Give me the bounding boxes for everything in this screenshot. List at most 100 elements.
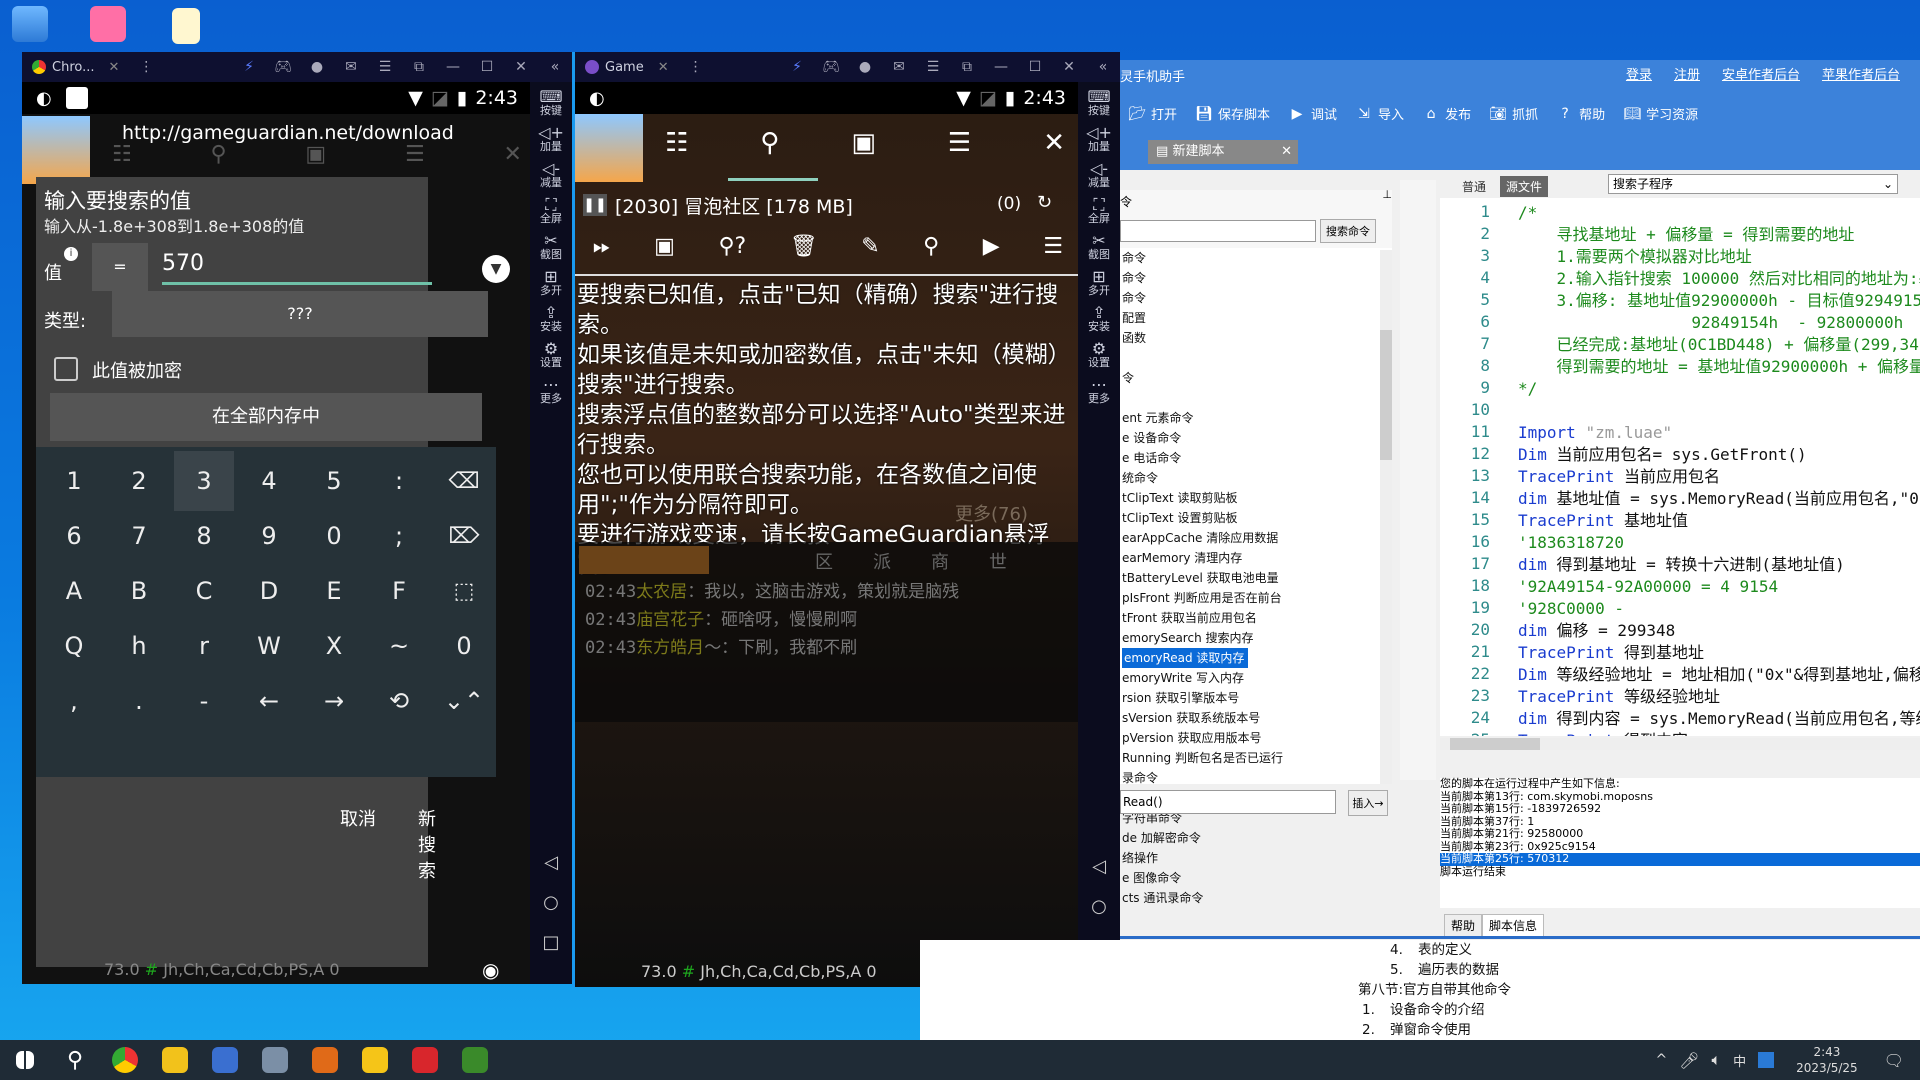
restore-icon[interactable]: ⧉	[956, 59, 978, 75]
pause-button[interactable]: ❚❚	[583, 194, 607, 216]
command-item[interactable]: tClipText 设置剪贴板	[1120, 508, 1392, 528]
command-item[interactable]: de 加解密命令	[1120, 828, 1392, 848]
info-icon[interactable]: i	[64, 247, 78, 261]
open-button[interactable]: 📂︎ 打开	[1128, 104, 1177, 124]
output-line[interactable]: 当前脚本第15行: -1839726592	[1440, 802, 1920, 816]
desktop-icon-this-pc[interactable]	[12, 6, 48, 42]
value-input[interactable]: 570	[162, 251, 432, 285]
command-item[interactable]: e 设备命令	[1120, 428, 1392, 448]
header-link[interactable]: 登录	[1626, 64, 1652, 83]
taskbar-search[interactable]: ⚲	[50, 1040, 100, 1080]
tab-game[interactable]: Game ✕	[575, 52, 679, 82]
gamepad-icon[interactable]: 🎮︎	[820, 59, 842, 75]
key-2[interactable]: 2	[109, 451, 169, 511]
search-icon[interactable]: ⚲	[760, 128, 779, 158]
mail-icon[interactable]: ✉	[340, 59, 362, 75]
back-button[interactable]: ◁	[530, 852, 572, 873]
debug-button[interactable]: ▶ 调试	[1288, 104, 1337, 124]
microphone-icon[interactable]: 🎤︎	[1679, 1051, 1699, 1070]
clock[interactable]: 2:43 2023/5/25	[1796, 1044, 1858, 1076]
sidebar-item-0[interactable]: ⌨ 按键	[1078, 89, 1120, 118]
doc-tab[interactable]: ▤ 新建脚本 ✕	[1148, 140, 1298, 164]
taskbar-remote-desktop[interactable]	[200, 1040, 250, 1080]
key-9[interactable]: 9	[239, 506, 299, 566]
header-link[interactable]: 安卓作者后台	[1722, 64, 1800, 83]
command-item[interactable]: e 电话命令	[1120, 448, 1392, 468]
close-icon[interactable]: ✕	[1043, 128, 1065, 158]
save-icon[interactable]: ▣	[851, 128, 876, 158]
key-X[interactable]: X	[304, 616, 364, 676]
delete-icon[interactable]: 🗑︎	[790, 234, 818, 259]
key-7[interactable]: 7	[109, 506, 169, 566]
collapse-icon[interactable]: ⌄⌃	[434, 671, 494, 731]
key-.[interactable]: .	[109, 671, 169, 731]
close-tab-icon[interactable]: ✕	[109, 60, 120, 75]
key-~[interactable]: ~	[369, 616, 429, 676]
key-A[interactable]: A	[44, 561, 104, 621]
cmd-scrollbar[interactable]	[1380, 250, 1392, 784]
command-item[interactable]: 函数	[1120, 328, 1392, 348]
sidebar-item-1[interactable]: ◁+ 加量	[1078, 125, 1120, 154]
sidebar-item-8[interactable]: ⋯ 更多	[530, 377, 572, 406]
chat-tab-active[interactable]	[579, 546, 709, 574]
notification-center-icon[interactable]: 🗨︎	[1884, 1051, 1904, 1070]
menu-icon[interactable]: ☰	[1043, 234, 1063, 259]
sidebar-item-7[interactable]: ⚙ 设置	[1078, 341, 1120, 370]
key-W[interactable]: W	[239, 616, 299, 676]
command-item[interactable]: earMemory 清理内存	[1120, 548, 1392, 568]
sidebar-item-5[interactable]: ⊞ 多开	[530, 269, 572, 298]
key-E[interactable]: E	[304, 561, 364, 621]
sidebar-item-2[interactable]: ◁- 减量	[1078, 161, 1120, 190]
fuzzy-search-icon[interactable]: ⚲?	[718, 234, 746, 259]
taskbar-wps[interactable]	[400, 1040, 450, 1080]
process-label[interactable]: [2030] 冒泡社区 [178 MB]	[615, 192, 853, 219]
tab-chrome[interactable]: Chro... ✕	[22, 52, 129, 82]
sidebar-item-1[interactable]: ◁+ 加量	[530, 125, 572, 154]
key-Q[interactable]: Q	[44, 616, 104, 676]
sidebar-item-6[interactable]: ⇪ 安装	[530, 305, 572, 334]
avatar-icon[interactable]: ●	[854, 59, 876, 75]
key-:[interactable]: :	[369, 451, 429, 511]
taskbar-start[interactable]	[0, 1040, 50, 1080]
command-item[interactable]: 命令	[1120, 268, 1392, 288]
learn-button[interactable]: 📖︎ 学习资源	[1623, 104, 1698, 124]
sidebar-item-0[interactable]: ⌨ 按键	[530, 89, 572, 118]
key-F[interactable]: F	[369, 561, 429, 621]
tray-expand-icon[interactable]: ^	[1655, 1052, 1667, 1068]
key-8[interactable]: 8	[174, 506, 234, 566]
type-select[interactable]: ???	[112, 291, 488, 337]
command-item[interactable]: 令	[1120, 368, 1392, 388]
header-link[interactable]: 苹果作者后台	[1822, 64, 1900, 83]
command-item[interactable]: 录命令	[1120, 768, 1392, 788]
new-search-button[interactable]: 新搜索	[418, 805, 436, 883]
output-line[interactable]: 当前脚本第25行: 570312	[1440, 852, 1920, 866]
command-item[interactable]: tClipText 读取剪贴板	[1120, 488, 1392, 508]
key-B[interactable]: B	[109, 561, 169, 621]
taskbar-calculator[interactable]	[250, 1040, 300, 1080]
bottom-tab[interactable]: 帮助	[1444, 914, 1483, 937]
home-button[interactable]: ○	[530, 892, 572, 913]
edit-icon[interactable]: ✎	[861, 234, 879, 259]
search-command-button[interactable]: 搜索命令	[1320, 219, 1376, 243]
save-script-button[interactable]: 💾︎ 保存脚本	[1195, 104, 1270, 124]
close-doc-tab-icon[interactable]: ✕	[1281, 140, 1292, 164]
qq-icon[interactable]	[1758, 1052, 1775, 1068]
command-item[interactable]: emorySearch 搜索内存	[1120, 628, 1392, 648]
select-all-icon[interactable]: ⬚	[434, 561, 494, 621]
search-icon[interactable]: ⚲	[923, 234, 939, 259]
code-editor[interactable]: 1 /* 2 寻找基地址 + 偏移量 = 得到需要的地址 3 1.需要两个模拟器对比地…	[1440, 198, 1920, 736]
command-item[interactable]	[1120, 348, 1392, 368]
save-list-icon[interactable]: ▣	[654, 234, 675, 259]
view-tab-source[interactable]: 源文件	[1500, 176, 1549, 197]
app-store-icon[interactable]: ⚡	[786, 59, 808, 75]
encrypted-checkbox[interactable]	[54, 357, 78, 381]
publish-button[interactable]: ⌂ 发布	[1422, 104, 1471, 124]
speedhack-icon[interactable]: ⏩︎	[593, 234, 611, 259]
chat-user[interactable]: 庙宫花子	[636, 610, 704, 630]
delete-icon[interactable]: ⌦	[434, 506, 494, 566]
memory-range-button[interactable]: 在全部内存中	[50, 393, 482, 441]
chat-user[interactable]: 太农居	[636, 582, 687, 602]
key-5[interactable]: 5	[304, 451, 364, 511]
sidebar-item-4[interactable]: ✂ 截图	[530, 233, 572, 262]
command-item[interactable]: 统命令	[1120, 468, 1392, 488]
